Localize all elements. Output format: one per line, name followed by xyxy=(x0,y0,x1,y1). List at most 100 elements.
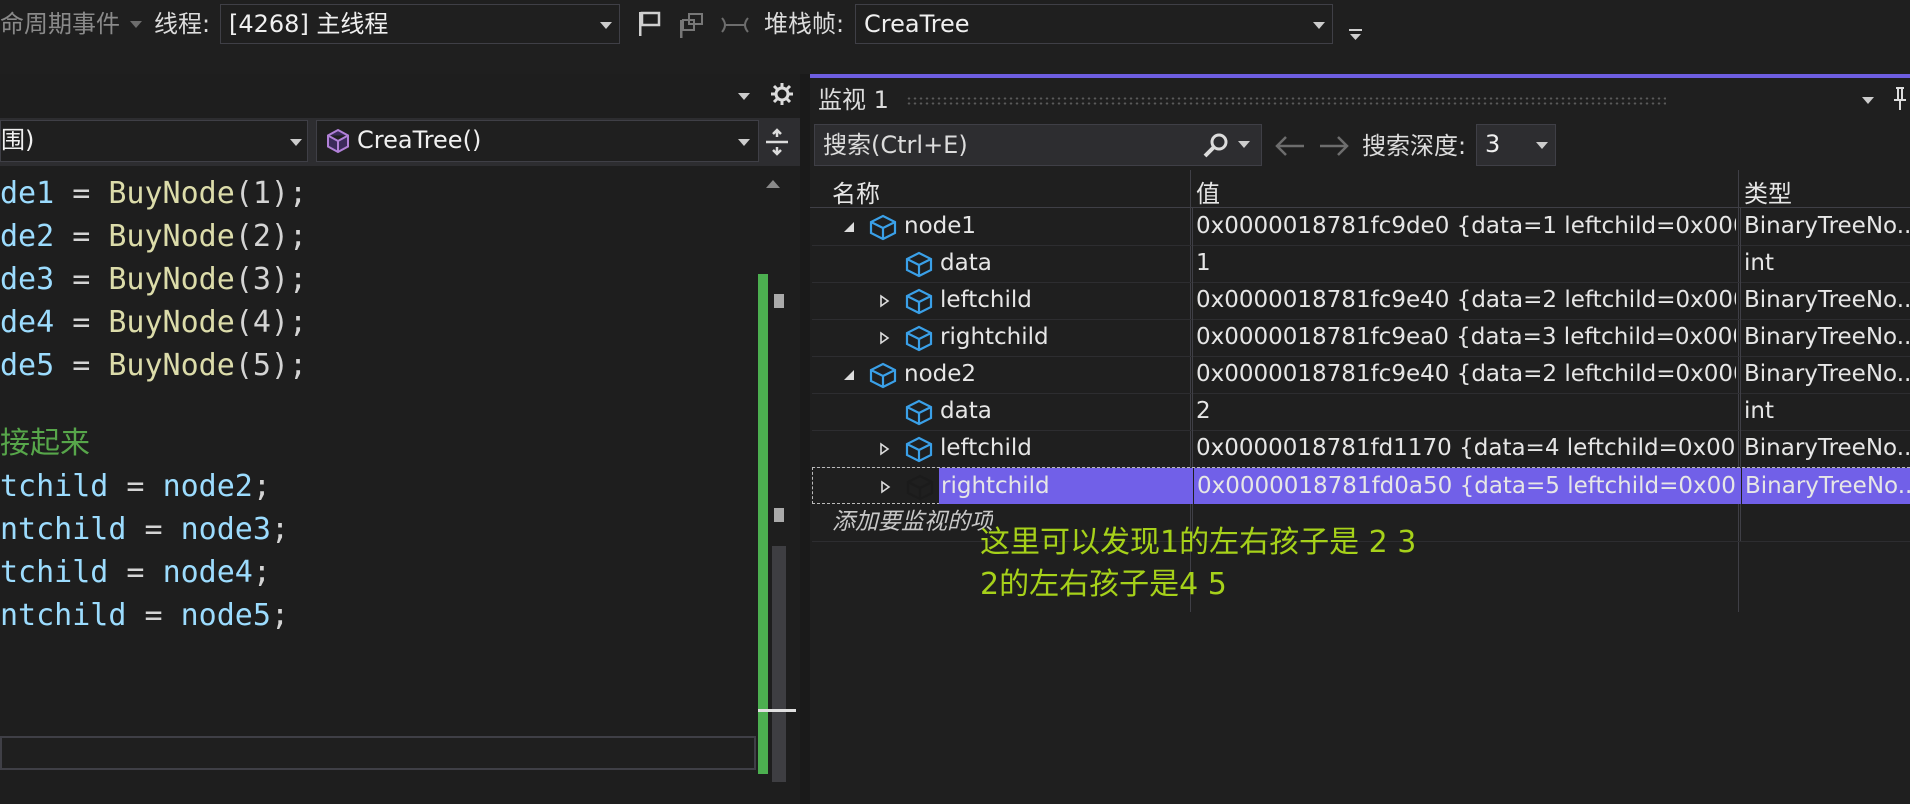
code-token: tchild xyxy=(0,469,109,504)
function-combo[interactable]: CreaTree() xyxy=(316,120,759,162)
variable-cube-icon xyxy=(904,324,934,356)
code-token: = xyxy=(108,469,163,504)
watch-row-name: data xyxy=(940,250,992,276)
watch-row[interactable]: leftchild 0x0000018781fc9e40 {data=2 left… xyxy=(812,282,1910,320)
code-token: node3 xyxy=(180,512,271,547)
code-token: BuyNode xyxy=(108,219,235,254)
code-token: = xyxy=(54,262,109,297)
watch-row-type: BinaryTreeNo... xyxy=(1744,324,1910,350)
code-token: ; xyxy=(270,512,289,547)
code-line[interactable]: de1 = BuyNode(1); xyxy=(0,174,307,214)
code-line[interactable]: tchild = node4; xyxy=(0,553,271,593)
scroll-up-arrow-icon[interactable] xyxy=(766,180,780,188)
watch-row-value[interactable]: 1 xyxy=(1196,245,1736,282)
split-editor-icon[interactable] xyxy=(764,128,790,156)
show-threads-icon[interactable] xyxy=(720,14,750,36)
code-token: = xyxy=(54,348,109,383)
thread-combo[interactable]: [4268] 主线程 xyxy=(220,4,620,44)
watch-row-value[interactable]: 0x0000018781fc9ea0 {data=3 leftchild=0x0… xyxy=(1196,319,1736,356)
search-icon[interactable] xyxy=(1202,132,1230,160)
column-header-value[interactable]: 值 xyxy=(1196,174,1220,209)
column-header-name[interactable]: 名称 xyxy=(832,174,880,209)
code-editor[interactable]: 围) CreaTree() de1 = BuyNode(1); de2 = Buy… xyxy=(0,74,800,804)
change-tracking-bar xyxy=(758,274,768,774)
code-line[interactable]: de3 = BuyNode(3); xyxy=(0,260,307,300)
code-token: de5 xyxy=(0,348,55,383)
chevron-down-icon[interactable] xyxy=(130,21,142,28)
scroll-thumb[interactable] xyxy=(772,546,786,782)
window-menu-chevron[interactable] xyxy=(738,93,750,100)
title-grip[interactable] xyxy=(906,96,1666,106)
code-token: de4 xyxy=(0,305,55,340)
search-depth-value: 3 xyxy=(1485,130,1501,158)
watch-row-value[interactable]: 0x0000018781fc9e40 {data=2 leftchild=0x0… xyxy=(1196,282,1736,319)
chevron-down-icon[interactable] xyxy=(738,139,750,146)
code-token: = xyxy=(54,176,109,211)
watch-row-value[interactable]: 0x0000018781fc9de0 {data=1 leftchild=0x0… xyxy=(1196,208,1736,245)
expanded-triangle-icon[interactable] xyxy=(842,219,856,238)
chevron-down-icon[interactable] xyxy=(1313,22,1325,29)
code-token: (1); xyxy=(234,176,308,211)
collapsed-triangle-icon[interactable] xyxy=(878,330,892,349)
column-divider xyxy=(1740,282,1741,319)
watch-row[interactable]: data 2 int xyxy=(812,393,1910,431)
column-divider xyxy=(1740,430,1741,467)
code-comment[interactable]: 接起来 xyxy=(0,424,90,464)
watch-row[interactable]: node1 0x0000018781fc9de0 {data=1 leftchil… xyxy=(812,208,1910,246)
column-divider xyxy=(1740,504,1741,541)
flag-icon[interactable] xyxy=(636,10,662,38)
collapsed-triangle-icon[interactable] xyxy=(878,441,892,460)
scope-combo-value: 围) xyxy=(1,126,35,154)
watch-row[interactable]: leftchild 0x0000018781fd1170 {data=4 left… xyxy=(812,430,1910,468)
search-input[interactable]: 搜索(Ctrl+E) xyxy=(814,124,1262,166)
chevron-down-icon[interactable] xyxy=(1238,141,1250,148)
watch-row-value[interactable]: 2 xyxy=(1196,393,1736,430)
collapsed-triangle-icon[interactable] xyxy=(879,479,893,498)
expanded-triangle-icon[interactable] xyxy=(842,367,856,386)
code-token: (4); xyxy=(234,305,308,340)
add-watch-item-placeholder[interactable]: 添加要监视的项 xyxy=(832,504,993,541)
watch-row[interactable]: rightchild 0x0000018781fd0a50 {data=5 lef… xyxy=(812,467,1910,505)
lifecycle-events-label[interactable]: 命周期事件 xyxy=(0,0,120,48)
code-line[interactable]: ntchild = node5; xyxy=(0,596,289,636)
vertical-scrollbar[interactable] xyxy=(758,166,796,782)
scope-combo[interactable]: 围) xyxy=(0,120,308,162)
code-line[interactable]: ntchild = node3; xyxy=(0,510,289,550)
code-area[interactable]: de1 = BuyNode(1); de2 = BuyNode(2); de3 = … xyxy=(0,174,760,734)
search-forward-arrow-icon[interactable] xyxy=(1318,134,1350,158)
watch-row-value[interactable]: 0x0000018781fd0a50 {data=5 leftchild=0x0… xyxy=(1197,468,1737,505)
chevron-down-icon[interactable] xyxy=(1536,142,1548,149)
toolbar-overflow-icon[interactable] xyxy=(1348,26,1364,42)
chevron-down-icon[interactable] xyxy=(1862,97,1874,104)
pin-icon[interactable] xyxy=(1890,86,1910,112)
column-header-type[interactable]: 类型 xyxy=(1744,174,1792,209)
collapsed-triangle-icon[interactable] xyxy=(878,293,892,312)
code-line[interactable]: tchild = node2; xyxy=(0,467,271,507)
code-line[interactable]: de2 = BuyNode(2); xyxy=(0,217,307,257)
code-line[interactable]: de5 = BuyNode(5); xyxy=(0,346,307,386)
code-token: (5); xyxy=(234,348,308,383)
horizontal-scrollbar[interactable] xyxy=(0,736,756,770)
column-divider xyxy=(1740,208,1741,245)
watch-row[interactable]: data 1 int xyxy=(812,245,1910,283)
flag-all-threads-icon[interactable] xyxy=(676,10,706,40)
watch-row[interactable]: node2 0x0000018781fc9e40 {data=2 leftchil… xyxy=(812,356,1910,394)
watch-row-value[interactable]: 0x0000018781fd1170 {data=4 leftchild=0x0… xyxy=(1196,430,1736,467)
watch-row-name: node1 xyxy=(904,213,977,239)
pane-splitter[interactable] xyxy=(800,74,810,804)
watch-row-value[interactable]: 0x0000018781fc9e40 {data=2 leftchild=0x0… xyxy=(1196,356,1736,393)
watch-row[interactable]: rightchild 0x0000018781fc9ea0 {data=3 lef… xyxy=(812,319,1910,357)
code-token: ; xyxy=(252,555,271,590)
column-divider xyxy=(1192,282,1193,319)
stackframe-combo[interactable]: CreaTree xyxy=(855,4,1333,44)
chevron-down-icon[interactable] xyxy=(600,22,612,29)
column-divider xyxy=(1740,319,1741,356)
thread-combo-value: [4268] 主线程 xyxy=(229,10,389,38)
code-token: de3 xyxy=(0,262,55,297)
code-line[interactable]: de4 = BuyNode(4); xyxy=(0,303,307,343)
code-token: BuyNode xyxy=(108,176,235,211)
user-annotation: 这里可以发现1的左右孩子是 2 3 2的左右孩子是4 5 xyxy=(980,522,1416,606)
gear-icon[interactable] xyxy=(770,82,794,106)
chevron-down-icon[interactable] xyxy=(290,139,302,146)
search-back-arrow-icon[interactable] xyxy=(1274,134,1306,158)
